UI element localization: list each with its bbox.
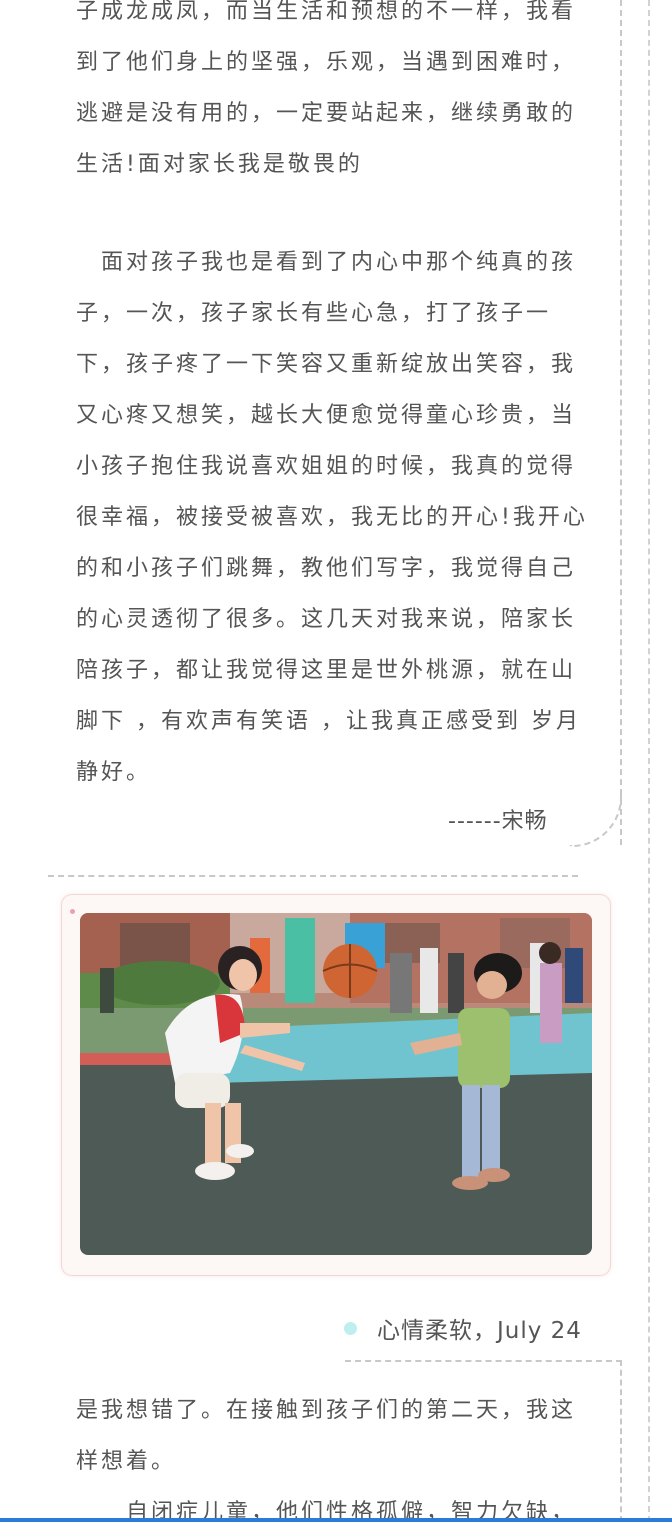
frame-decor-dot (70, 909, 75, 914)
text-line: 下，孩子疼了一下笑容又重新绽放出笑容，我 (76, 352, 577, 377)
text-line: 小孩子抱住我说喜欢姐姐的时候，我真的觉得 (76, 454, 577, 479)
text-line: 陪孩子，都让我觉得这里是世外桃源，就在山 (76, 658, 577, 683)
decorative-dashed-line (648, 0, 650, 1522)
card-border-top (345, 1360, 622, 1362)
text-line: 到了他们身上的坚强，乐观，当遇到困难时， (76, 50, 577, 75)
text-line: 逃避是没有用的，一定要站起来，继续勇敢的 (76, 101, 577, 126)
text-line: 面对孩子我也是看到了内心中那个纯真的孩 (76, 250, 577, 275)
text-line: 子，一次，孩子家长有些心急，打了孩子一 (76, 301, 552, 326)
card-border-right (620, 0, 622, 845)
text-line: 自闭症儿童，他们性格孤僻，智力欠缺， (76, 1500, 577, 1522)
paragraph-1: 子成龙成凤，而当生活和预想的不一样，我看 到了他们身上的坚强，乐观，当遇到困难时… (76, 0, 596, 190)
photo-frame (62, 895, 610, 1275)
text-line: 脚下 ，有欢声有笑语 ，让我真正感受到 岁月 (76, 709, 581, 734)
text-line: 又心疼又想笑，越长大便愈觉得童心珍贵，当 (76, 403, 577, 428)
text-line: 的和小孩子们跳舞，教他们写字，我觉得自己 (76, 556, 577, 581)
paragraph-3: 是我想错了。在接触到孩子们的第二天，我这 样想着。 自闭症儿童，他们性格孤僻，智… (76, 1385, 596, 1522)
card-border-bottom (48, 875, 578, 877)
text-line: 的心灵透彻了很多。这几天对我来说，陪家长 (76, 607, 577, 632)
author-signature: ------宋畅 (448, 809, 548, 834)
event-photo[interactable] (80, 913, 592, 1255)
text-line: 是我想错了。在接触到孩子们的第二天，我这 (76, 1398, 577, 1423)
text-line: 子成龙成凤，而当生活和预想的不一样，我看 (76, 0, 577, 24)
article-page: 子成龙成凤，而当生活和预想的不一样，我看 到了他们身上的坚强，乐观，当遇到困难时… (0, 0, 672, 1522)
text-line: 样想着。 (76, 1449, 177, 1474)
text-line: 静好。 (76, 760, 152, 785)
bottom-accent-bar (0, 1518, 672, 1522)
section-heading: 心情柔软，July 24 (344, 1310, 582, 1346)
card-border-right (620, 1360, 622, 1522)
bullet-dot-icon (344, 1321, 357, 1335)
text-line: 很幸福，被接受被喜欢，我无比的开心!我开心 (76, 505, 588, 530)
section-heading-text: 心情柔软，July 24 (377, 1318, 582, 1344)
paragraph-2: 面对孩子我也是看到了内心中那个纯真的孩 子，一次，孩子家长有些心急，打了孩子一 … (76, 237, 596, 798)
text-line: 生活!面对家长我是敬畏的 (76, 152, 363, 177)
